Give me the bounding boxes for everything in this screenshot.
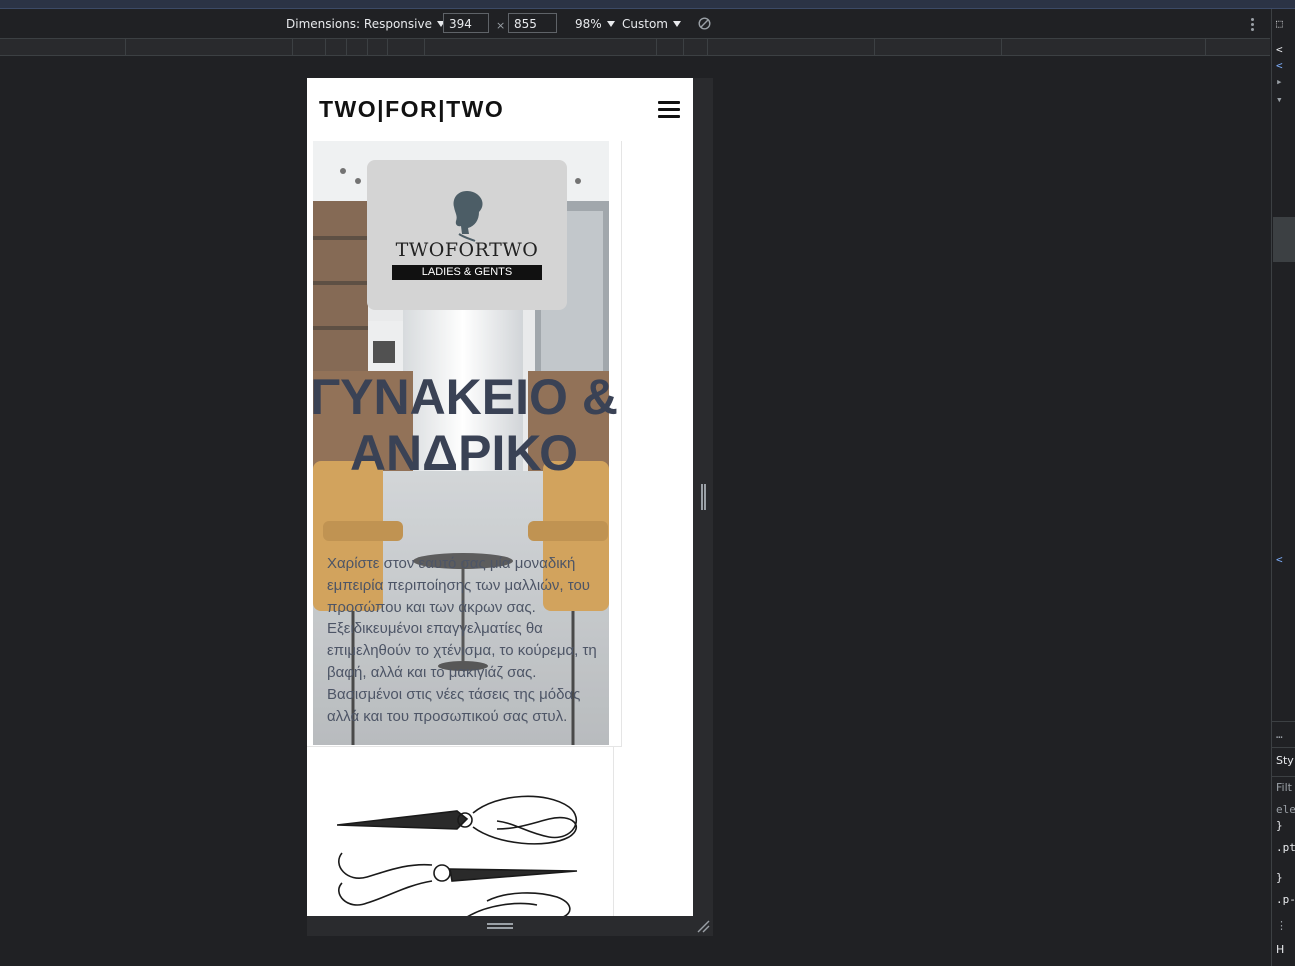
media-query-ruler (0, 39, 1270, 56)
logo-name: TWOFORTWO (395, 239, 539, 261)
expand-arrow-icon[interactable]: ▸ (1276, 75, 1283, 88)
more-options-icon[interactable] (1246, 16, 1258, 32)
device-frame: TWO|FOR|TWO TWOFORTWO LADIES & GENTS ΓΥΝ… (307, 78, 713, 936)
filter-input[interactable]: Filt (1276, 781, 1292, 794)
style-selector: .p- (1276, 893, 1295, 906)
resize-corner-icon[interactable] (696, 919, 710, 933)
dimensions-label: Dimensions: Responsive (286, 17, 432, 31)
zoom-label: 98% (575, 17, 602, 31)
dimensions-dropdown[interactable]: Dimensions: Responsive (286, 17, 445, 31)
vintage-scissors-illustration (337, 795, 578, 916)
dom-line[interactable]: < (1276, 553, 1283, 566)
elements-panel: ⬚ < < ▸ ▾ … < … Sty Filt ele } .pt } .p-… (1271, 9, 1295, 966)
styles-tab[interactable]: Sty (1276, 754, 1294, 767)
device-toolbar: Dimensions: Responsive 394 × 855 98% Cus… (0, 9, 1270, 39)
chevron-down-icon (606, 21, 615, 27)
height-input[interactable]: 855 (508, 13, 557, 33)
rotate-icon[interactable] (698, 17, 711, 30)
logo-tagline: LADIES & GENTS (392, 265, 542, 280)
hamburger-menu-icon[interactable] (658, 101, 680, 120)
salon-logo: TWOFORTWO LADIES & GENTS (367, 160, 567, 310)
throttle-label: Custom (622, 17, 668, 31)
ellipsis-icon[interactable]: … (1276, 728, 1283, 741)
devtools-top-border (0, 0, 1295, 9)
dom-line[interactable]: < (1276, 43, 1283, 56)
dom-line[interactable]: < (1276, 59, 1283, 72)
dimension-separator: × (496, 19, 506, 32)
more-options-icon[interactable]: ⋮ (1276, 919, 1287, 932)
site-header: TWO|FOR|TWO (307, 78, 693, 140)
style-selector: ele (1276, 803, 1295, 816)
selected-node-highlight (1273, 217, 1295, 262)
style-brace: } (1276, 871, 1283, 884)
page-viewport[interactable]: TWO|FOR|TWO TWOFORTWO LADIES & GENTS ΓΥΝ… (307, 78, 693, 916)
zoom-dropdown[interactable]: 98% (575, 17, 615, 31)
chevron-down-icon (672, 21, 681, 27)
panel-tab[interactable]: H (1276, 943, 1284, 956)
style-selector: .pt (1276, 841, 1295, 854)
inspect-icon[interactable]: ⬚ (1276, 17, 1283, 30)
woman-silhouette-icon (453, 191, 483, 242)
hero-title: ΓΥΝΑΚΕΙΟ & ΑΝΔΡΙΚΟ (310, 369, 618, 481)
resize-handle-bottom[interactable] (487, 923, 513, 929)
section-border (613, 746, 614, 916)
collapse-arrow-icon[interactable]: ▾ (1276, 93, 1283, 106)
style-brace: } (1276, 819, 1283, 832)
site-brand[interactable]: TWO|FOR|TWO (319, 96, 504, 123)
hero-section: TWOFORTWO LADIES & GENTS ΓΥΝΑΚΕΙΟ & ΑΝΔΡ… (307, 141, 622, 747)
throttle-dropdown[interactable]: Custom (622, 17, 681, 31)
hero-description: Χαρίστε στον εαυτό σας μία μοναδική εμπε… (327, 555, 597, 725)
width-input[interactable]: 394 (443, 13, 489, 33)
resize-handle-right[interactable] (701, 484, 706, 510)
